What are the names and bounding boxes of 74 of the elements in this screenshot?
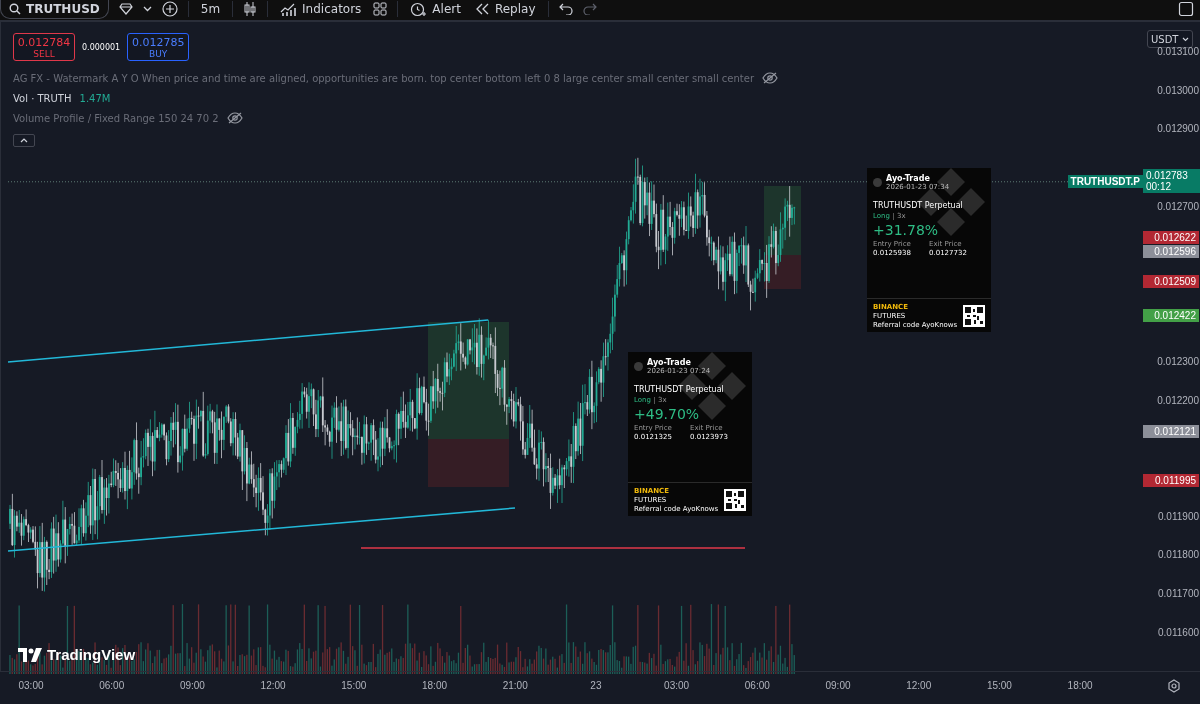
price-tick: 0.012200 bbox=[1156, 394, 1199, 407]
price-tick: 0.012700 bbox=[1156, 200, 1199, 213]
time-tick: 06:00 bbox=[98, 680, 126, 691]
time-tick: 15:00 bbox=[985, 680, 1013, 691]
price-tag: 0.012509 bbox=[1143, 274, 1199, 288]
time-tick: 15:00 bbox=[340, 680, 368, 691]
search-icon bbox=[9, 2, 21, 15]
user-name: Ayo-Trade bbox=[886, 174, 930, 183]
redo-icon[interactable] bbox=[582, 3, 597, 15]
pair-name: TRUTHUSDT Perpetual bbox=[634, 385, 725, 394]
indicators-button[interactable]: Indicators bbox=[278, 2, 364, 16]
chevron-up-icon bbox=[20, 138, 28, 143]
qr-code-icon bbox=[963, 305, 985, 327]
price-tag: 0.011995 bbox=[1143, 473, 1199, 487]
add-icon[interactable] bbox=[161, 1, 178, 17]
time-tick: 18:00 bbox=[421, 680, 448, 691]
logo-icon bbox=[18, 647, 42, 662]
candle-icon[interactable] bbox=[243, 1, 258, 17]
symbol-search[interactable]: TRUTHUSD bbox=[0, 0, 109, 19]
tradingview-logo: TradingView bbox=[18, 646, 136, 663]
price-tick: 0.011800 bbox=[1157, 549, 1199, 562]
rewind-icon bbox=[474, 3, 489, 15]
last-price: 0.012783 bbox=[1146, 169, 1189, 181]
indicator-value: 1.47M bbox=[79, 92, 111, 104]
pnl-percent: +49.70% bbox=[634, 406, 701, 422]
price-tag: 0.012596 bbox=[1143, 245, 1199, 259]
undo-icon[interactable] bbox=[558, 3, 573, 15]
price-tag: 0.012422 bbox=[1143, 308, 1199, 322]
replay-button[interactable]: Replay bbox=[472, 2, 538, 16]
price-tick: 0.011600 bbox=[1157, 626, 1199, 639]
diamond-icon[interactable] bbox=[118, 3, 133, 15]
buy-button[interactable]: 0.012785 BUY bbox=[127, 33, 190, 61]
spread-value: 0.000001 bbox=[82, 42, 121, 52]
symbol-label: TRUTHUSDT.P bbox=[1067, 174, 1143, 188]
price-tick: 0.012300 bbox=[1156, 355, 1199, 368]
user-name: Ayo-Trade bbox=[647, 358, 692, 367]
interval-button[interactable]: 5m bbox=[198, 2, 223, 16]
sell-button[interactable]: 0.012784 SELL bbox=[13, 33, 75, 61]
time-tick: 03:00 bbox=[17, 680, 45, 691]
time-tick: 18:00 bbox=[1066, 680, 1094, 691]
time-tick: 09:00 bbox=[178, 680, 206, 691]
price-tick: 0.012900 bbox=[1156, 123, 1199, 136]
alarm-clock-icon bbox=[410, 1, 427, 17]
qr-code-icon bbox=[724, 489, 746, 511]
avatar-icon bbox=[873, 178, 882, 187]
chart-icon bbox=[280, 2, 297, 16]
time-tick: 06:00 bbox=[743, 680, 771, 691]
price-tag: 0.012622 bbox=[1143, 231, 1199, 245]
time-tick: 12:00 bbox=[259, 680, 287, 691]
collapse-button[interactable] bbox=[13, 134, 35, 147]
caret-icon[interactable] bbox=[142, 6, 152, 12]
hidden-eye-icon[interactable] bbox=[226, 112, 243, 124]
currency-dropdown[interactable]: USDT bbox=[1147, 30, 1194, 48]
grid-icon[interactable] bbox=[373, 2, 388, 16]
pnl-percent: +31.78% bbox=[873, 222, 940, 238]
time-tick: 03:00 bbox=[663, 680, 691, 691]
time-tick: 09:00 bbox=[824, 680, 852, 691]
pair-name: TRUTHUSDT Perpetual bbox=[873, 201, 964, 210]
time-tick: 23 bbox=[589, 680, 603, 691]
settings-icon[interactable] bbox=[1167, 679, 1181, 693]
price-tag: 0.012121 bbox=[1143, 425, 1199, 439]
indicator-name[interactable]: Vol · TRUTH bbox=[13, 92, 72, 104]
countdown: 00:12 bbox=[1146, 180, 1173, 192]
avatar-icon bbox=[634, 362, 643, 371]
alert-button[interactable]: Alert bbox=[408, 1, 463, 17]
caret-icon bbox=[1182, 36, 1190, 42]
fullscreen-icon[interactable] bbox=[1178, 1, 1194, 17]
time-tick: 12:00 bbox=[905, 680, 933, 691]
hidden-eye-icon[interactable] bbox=[762, 72, 778, 84]
price-tick: 0.011700 bbox=[1157, 588, 1199, 601]
price-tick: 0.013000 bbox=[1156, 84, 1199, 97]
price-tick: 0.013100 bbox=[1156, 46, 1199, 58]
time-tick: 21:00 bbox=[501, 680, 529, 691]
price-tick: 0.011900 bbox=[1157, 510, 1199, 523]
